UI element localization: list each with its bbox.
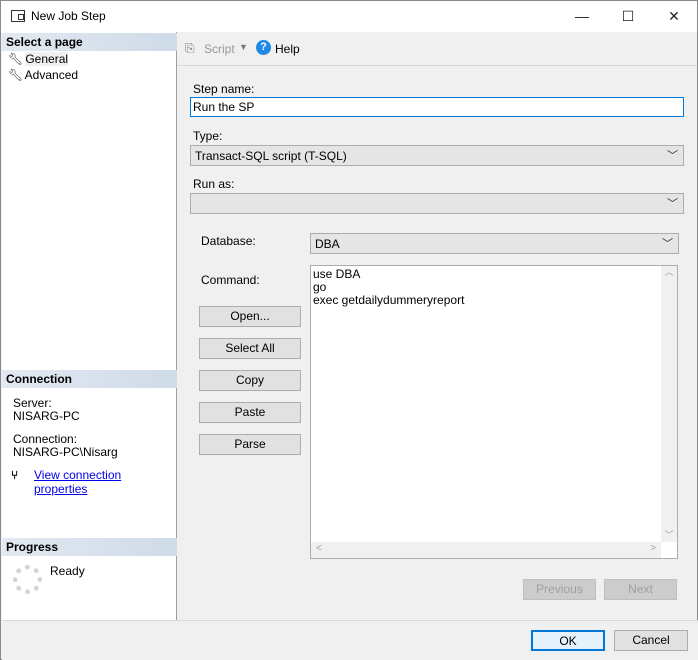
previous-button[interactable]: Previous	[523, 579, 596, 600]
chevron-down-icon: ﹀	[667, 150, 678, 162]
sidebar: Select a page 🔧︎ General 🔧︎ Advanced Con…	[2, 32, 177, 620]
script-icon: ⎘	[185, 41, 195, 55]
select-all-button[interactable]: Select All	[199, 338, 301, 359]
main-panel: ⎘ Script ▼ ? Help Step name: Run the SP …	[177, 32, 697, 620]
database-select[interactable]: DBA ﹀	[310, 233, 679, 254]
minimize-button[interactable]: —	[559, 1, 605, 32]
vertical-scrollbar[interactable]: ︿ ﹀	[661, 266, 677, 542]
title-bar: New Job Step — ☐ ✕	[1, 1, 697, 32]
server-value: NISARG-PC	[13, 409, 80, 423]
help-icon: ?	[256, 40, 271, 55]
toolbar: ⎘ Script ▼ ? Help	[177, 32, 697, 66]
wrench-icon: 🔧︎	[8, 52, 24, 66]
next-button[interactable]: Next	[604, 579, 677, 600]
type-value: Transact-SQL script (T-SQL)	[195, 149, 347, 163]
command-line: use DBA	[313, 267, 361, 281]
type-select[interactable]: Transact-SQL script (T-SQL) ﹀	[190, 145, 684, 166]
plug-icon: ⑂	[11, 468, 19, 482]
help-button[interactable]: Help	[275, 42, 300, 56]
step-name-input[interactable]: Run the SP	[190, 97, 684, 117]
sidebar-item-advanced[interactable]: 🔧︎ Advanced	[8, 68, 78, 82]
sidebar-item-label: Advanced	[24, 68, 79, 82]
run-as-select[interactable]: ﹀	[190, 193, 684, 214]
server-label: Server:	[13, 396, 52, 410]
script-button[interactable]: Script	[204, 42, 235, 56]
chevron-down-icon: ﹀	[662, 238, 673, 250]
maximize-button[interactable]: ☐	[605, 1, 651, 32]
window-icon	[11, 10, 25, 22]
wrench-icon: 🔧︎	[8, 68, 24, 82]
progress-spinner-icon	[13, 565, 42, 594]
command-label: Command:	[201, 273, 260, 287]
ok-button[interactable]: OK	[531, 630, 605, 651]
progress-status: Ready	[50, 564, 85, 578]
select-page-header: Select a page	[2, 33, 177, 51]
step-name-label: Step name:	[193, 82, 255, 96]
run-as-label: Run as:	[193, 177, 235, 191]
command-textarea[interactable]: use DBA go exec getdailydummeryreport ︿ ﹀…	[310, 265, 678, 559]
close-button[interactable]: ✕	[651, 1, 697, 32]
window-title: New Job Step	[31, 9, 106, 23]
database-value: DBA	[315, 237, 340, 251]
type-label: Type:	[193, 129, 223, 143]
script-dropdown-icon[interactable]: ▼	[239, 42, 248, 52]
open-button[interactable]: Open...	[199, 306, 301, 327]
parse-button[interactable]: Parse	[199, 434, 301, 455]
paste-button[interactable]: Paste	[199, 402, 301, 423]
chevron-down-icon: ﹀	[667, 198, 678, 210]
cancel-button[interactable]: Cancel	[614, 630, 688, 651]
sidebar-item-label: General	[25, 52, 69, 66]
sidebar-item-general[interactable]: 🔧︎ General	[8, 52, 69, 66]
view-connection-properties-link[interactable]: View connection properties	[34, 468, 176, 496]
horizontal-scrollbar[interactable]: < >	[311, 542, 661, 558]
connection-label: Connection:	[13, 432, 78, 446]
dialog-footer: OK Cancel	[2, 620, 698, 660]
new-job-step-dialog: New Job Step — ☐ ✕ Select a page 🔧︎ Gene…	[0, 0, 698, 660]
database-label: Database:	[201, 234, 256, 248]
copy-button[interactable]: Copy	[199, 370, 301, 391]
connection-value: NISARG-PC\Nisarg	[13, 445, 118, 459]
progress-header: Progress	[2, 538, 177, 556]
command-line: exec getdailydummeryreport	[313, 293, 465, 307]
connection-header: Connection	[2, 370, 177, 388]
